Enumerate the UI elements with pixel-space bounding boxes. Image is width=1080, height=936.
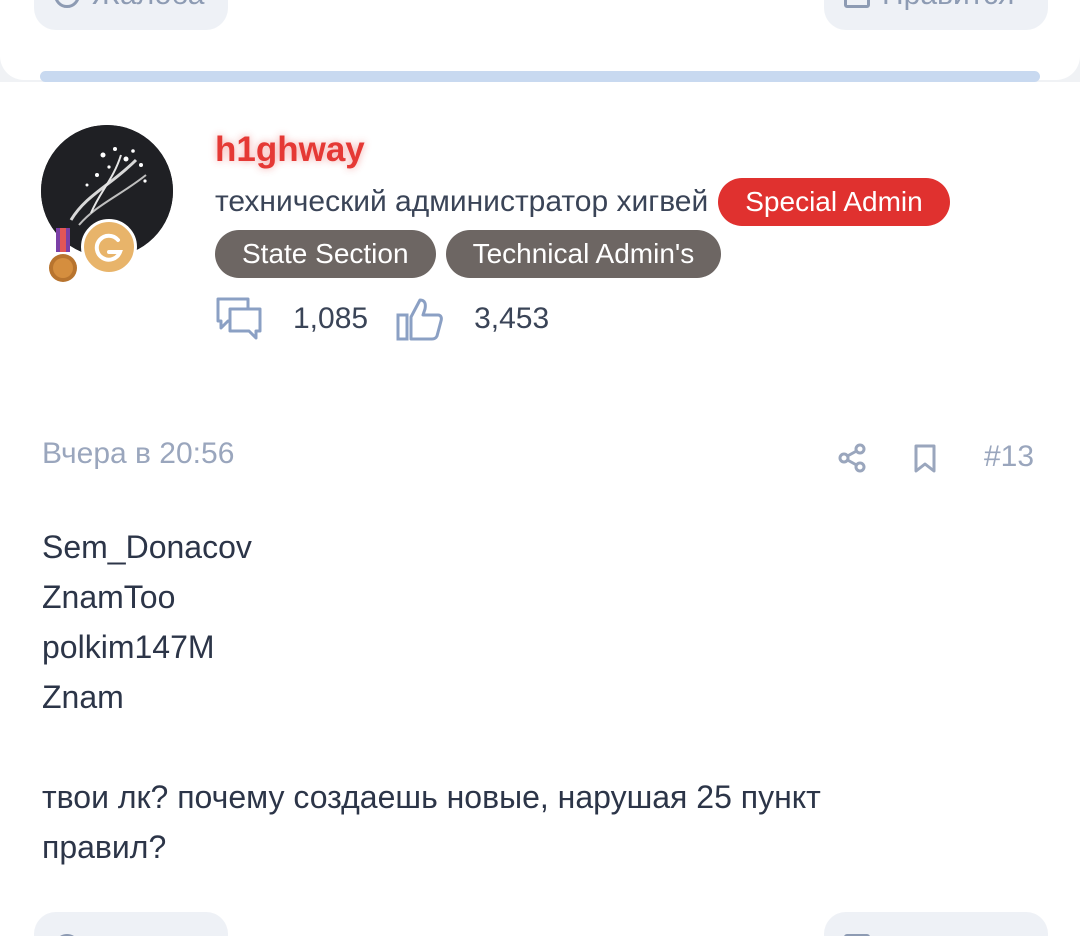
author-title: технический администратор хигвей <box>215 185 709 218</box>
forum-page: Жалоба Нравится <box>0 0 1080 936</box>
previous-post-card: Жалоба Нравится <box>0 0 1080 80</box>
special-admin-badge: Special Admin <box>718 178 950 226</box>
content-line: твои лк? почему создаешь новые, нарушая … <box>42 779 821 815</box>
author-title-line: технический администратор хигвей Special… <box>215 178 950 226</box>
content-line: ZnamToo <box>42 579 176 615</box>
post-card: h1ghway технический администратор хигвей… <box>0 82 1080 936</box>
group-badge-icon <box>81 219 137 275</box>
post-separator <box>40 71 1040 82</box>
like-button[interactable] <box>824 912 1048 936</box>
author-badges: State Section Technical Admin's <box>215 230 722 278</box>
technical-admin-badge: Technical Admin's <box>445 230 722 278</box>
thumbs-up-icon <box>396 298 443 341</box>
complaint-button[interactable] <box>34 912 228 936</box>
messages-count: 1,085 <box>293 302 369 335</box>
likes-count: 3,453 <box>474 302 550 335</box>
complaint-label: Жалоба <box>92 0 204 12</box>
warning-icon <box>54 0 80 8</box>
post-number[interactable]: #13 <box>984 440 1034 474</box>
medal-icon <box>49 228 77 282</box>
content-line: Znam <box>42 679 124 715</box>
messages-icon <box>216 297 262 340</box>
content-line: polkim147M <box>42 629 215 665</box>
thumbs-up-icon <box>844 0 870 8</box>
like-button[interactable]: Нравится <box>824 0 1048 30</box>
complaint-button[interactable]: Жалоба <box>34 0 228 30</box>
share-icon[interactable] <box>838 443 866 473</box>
like-label: Нравится <box>882 0 1014 12</box>
post-content: Sem_Donacov ZnamToo polkim147M Znam твои… <box>42 522 1022 872</box>
post-timestamp[interactable]: Вчера в 20:56 <box>42 437 234 471</box>
content-line: Sem_Donacov <box>42 529 252 565</box>
author-username[interactable]: h1ghway <box>215 130 365 170</box>
content-line: правил? <box>42 829 167 865</box>
author-stats: 1,085 3,453 <box>215 296 577 342</box>
content-blank-line <box>42 722 1022 772</box>
bookmark-icon[interactable] <box>913 444 937 474</box>
state-section-badge: State Section <box>215 230 436 278</box>
